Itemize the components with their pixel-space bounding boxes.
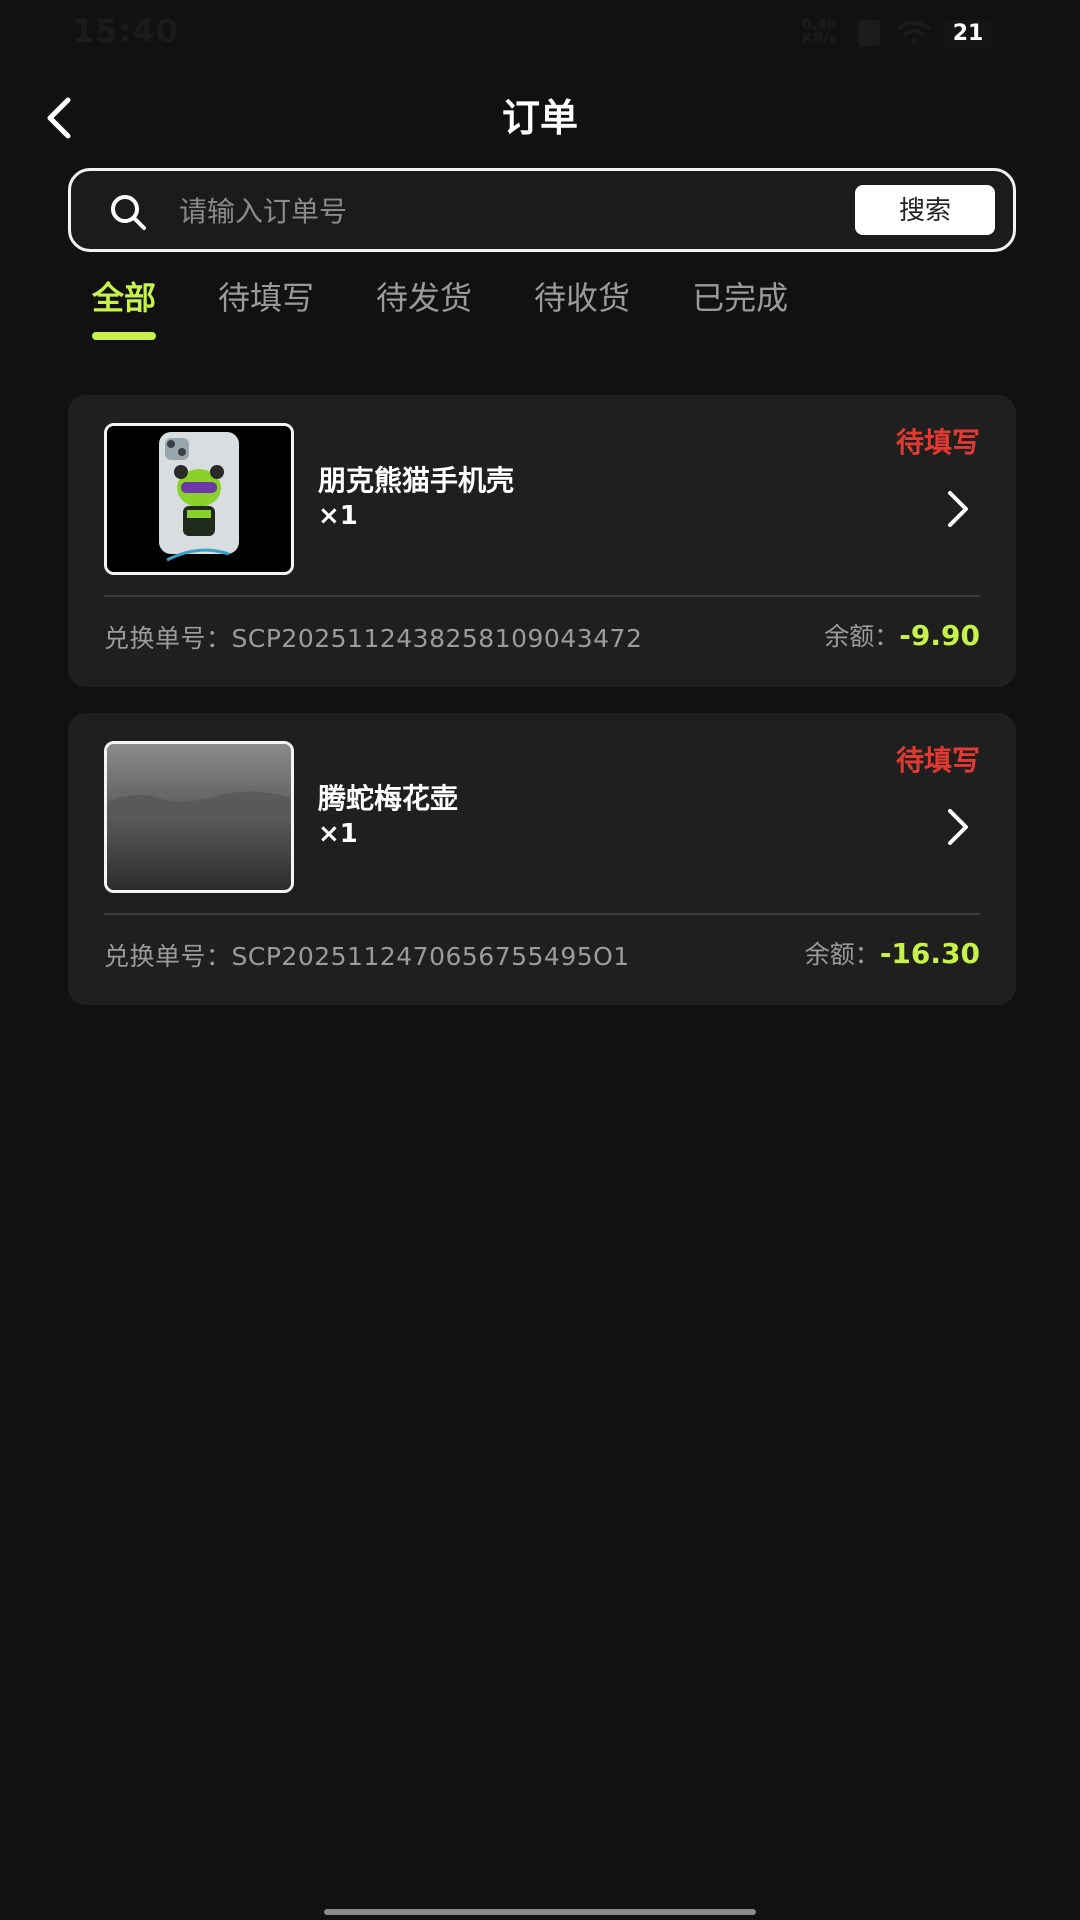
order-number-label: 兑换单号： bbox=[104, 942, 232, 971]
chevron-right-icon bbox=[948, 809, 968, 845]
page-title: 订单 bbox=[501, 96, 578, 140]
product-quantity: ×1 bbox=[318, 819, 358, 849]
order-balance: 余额：-16.30 bbox=[805, 935, 980, 971]
tab-to-ship[interactable]: 待发货 bbox=[376, 270, 472, 334]
home-indicator[interactable] bbox=[324, 1909, 756, 1915]
battery-indicator: 21 bbox=[944, 20, 992, 48]
tab-label: 待填写 bbox=[218, 279, 315, 317]
order-status-tabs: 全部 待填写 待发货 待收货 已完成 bbox=[92, 270, 788, 340]
network-speed: 0.40 KB/s bbox=[802, 17, 837, 47]
tab-label: 已完成 bbox=[692, 279, 789, 317]
order-status-badge: 待填写 bbox=[895, 426, 980, 459]
product-image bbox=[104, 423, 294, 575]
order-number: 兑换单号：SCP2025112470656755495O1 bbox=[104, 937, 630, 973]
balance-value: -9.90 bbox=[899, 619, 980, 652]
active-tab-indicator bbox=[92, 332, 157, 340]
tab-label: 待收货 bbox=[534, 279, 631, 317]
product-name: 朋克熊猫手机壳 bbox=[318, 464, 515, 497]
panda-phone-case-image bbox=[107, 426, 291, 572]
tab-completed[interactable]: 已完成 bbox=[692, 270, 788, 334]
tab-all[interactable]: 全部 bbox=[92, 270, 157, 340]
product-quantity: ×1 bbox=[318, 501, 358, 531]
order-number-label: 兑换单号： bbox=[104, 624, 232, 653]
order-card[interactable]: 朋克熊猫手机壳 ×1 待填写 兑换单号：SCP20251124382581090… bbox=[68, 395, 1016, 687]
balance-label: 余额： bbox=[824, 622, 900, 651]
order-number-value: SCP2025112438258109043472 bbox=[231, 624, 643, 653]
product-image bbox=[104, 741, 294, 893]
sim-icon bbox=[858, 20, 880, 46]
balance-value: -16.30 bbox=[879, 937, 980, 970]
status-bar: 15:40 0.40 KB/s 21 bbox=[0, 0, 1080, 64]
tab-label: 待发货 bbox=[376, 279, 473, 317]
order-status-badge: 待填写 bbox=[895, 744, 980, 777]
divider bbox=[104, 595, 980, 597]
tab-to-fill[interactable]: 待填写 bbox=[218, 270, 314, 334]
wifi-icon bbox=[896, 21, 932, 44]
tab-label: 全部 bbox=[92, 279, 157, 317]
misty-landscape-image bbox=[107, 744, 291, 890]
tab-to-receive[interactable]: 待收货 bbox=[534, 270, 630, 334]
divider bbox=[104, 913, 980, 915]
chevron-right-icon bbox=[948, 491, 968, 527]
search-input[interactable] bbox=[179, 183, 899, 239]
search-bar: 搜索 bbox=[68, 168, 1016, 252]
order-card[interactable]: 腾蛇梅花壶 ×1 待填写 兑换单号：SCP2025112470656755495… bbox=[68, 713, 1016, 1005]
page-header: 订单 bbox=[0, 84, 1080, 154]
order-number: 兑换单号：SCP2025112438258109043472 bbox=[104, 619, 642, 655]
order-balance: 余额：-9.90 bbox=[824, 617, 980, 653]
balance-label: 余额： bbox=[804, 940, 880, 969]
search-button[interactable]: 搜索 bbox=[855, 185, 995, 235]
search-icon bbox=[111, 195, 146, 230]
order-list: 朋克熊猫手机壳 ×1 待填写 兑换单号：SCP20251124382581090… bbox=[68, 395, 1016, 1031]
order-number-value: SCP2025112470656755495O1 bbox=[231, 942, 630, 971]
status-time: 15:40 bbox=[72, 12, 179, 50]
product-name: 腾蛇梅花壶 bbox=[318, 782, 459, 815]
orders-screen: 15:40 0.40 KB/s 21 订单 搜索 全部 bbox=[0, 0, 1080, 1920]
